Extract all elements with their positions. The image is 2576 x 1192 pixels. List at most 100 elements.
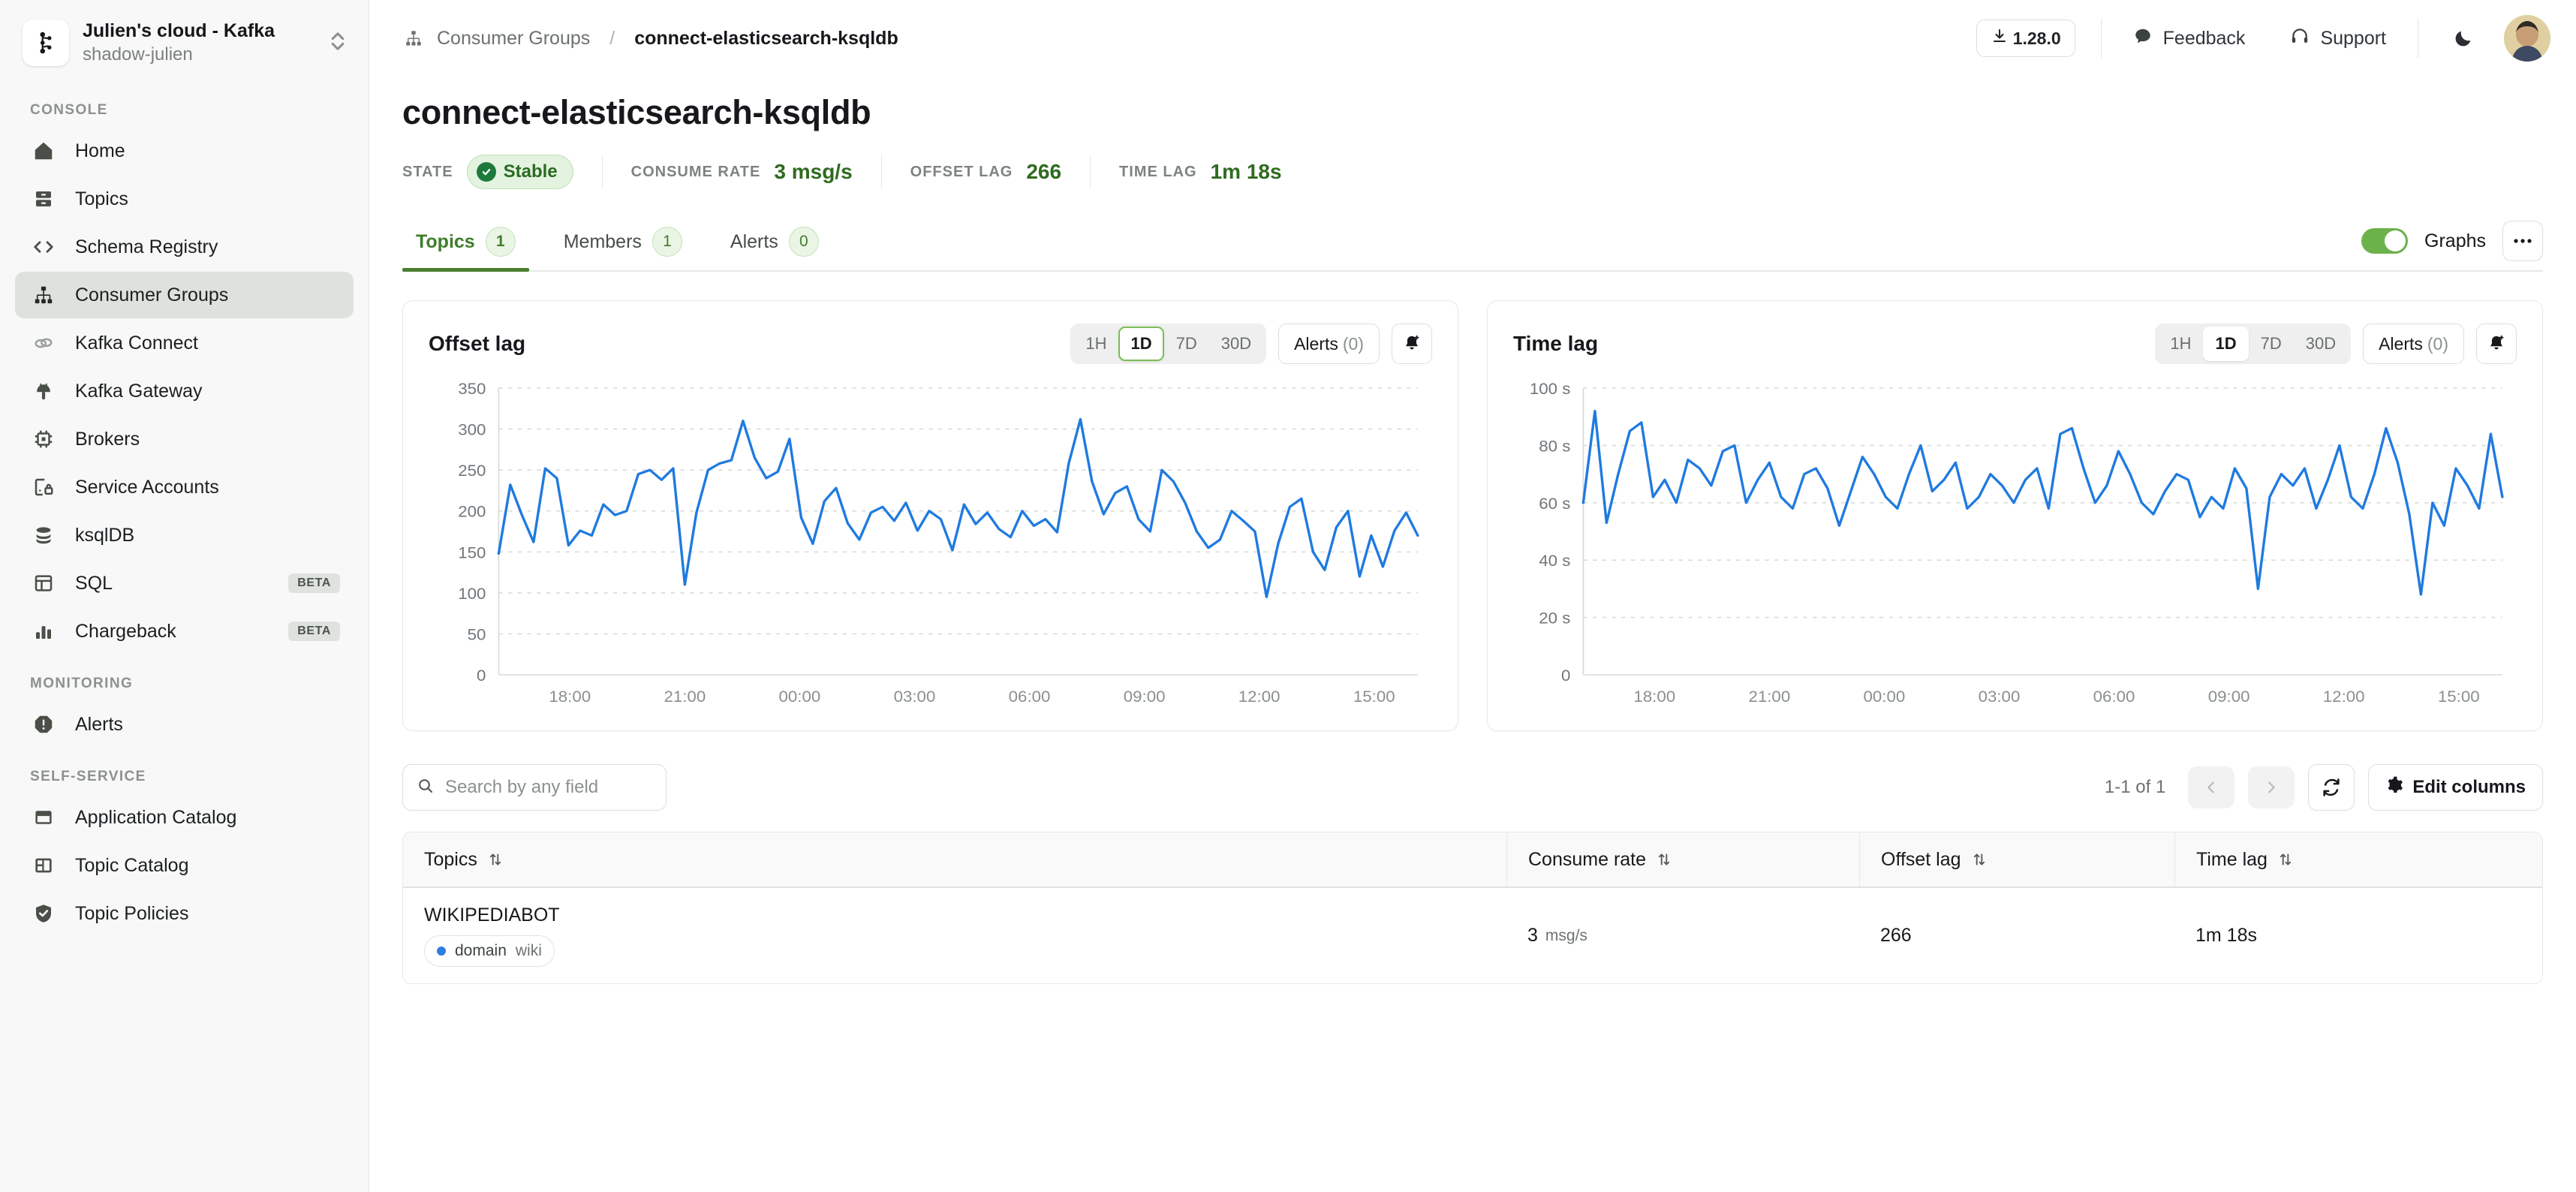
column-header-topics[interactable]: Topics [403,832,1506,886]
charts-container: Offset lag 1H 1D 7D 30D Alerts (0) 0 50 … [402,300,2543,731]
stat-label-consume-rate: CONSUME RATE [630,163,761,180]
table-icon [30,570,57,597]
column-header-time-lag[interactable]: Time lag [2174,832,2542,886]
alerts-button-offset-lag[interactable]: Alerts (0) [1278,324,1380,364]
comment-icon [2133,26,2153,51]
support-label: Support [2320,27,2386,49]
sidebar-item-ksqldb[interactable]: ksqlDB [15,512,354,558]
sidebar-item-topics[interactable]: Topics [15,176,354,222]
svg-text:03:00: 03:00 [1979,688,2021,706]
sidebar-item-consumer-groups[interactable]: Consumer Groups [15,272,354,318]
svg-text:80 s: 80 s [1539,437,1570,455]
sidebar-item-application-catalog[interactable]: Application Catalog [15,794,354,841]
sidebar-item-home[interactable]: Home [15,128,354,174]
tabs: Topics 1 Members 1 Alerts 0 [402,227,853,272]
sidebar-item-sql[interactable]: SQL BETA [15,560,354,607]
breadcrumb-separator: / [609,27,615,49]
moon-icon[interactable] [2444,19,2483,58]
stats-row: STATE Stable CONSUME RATE 3 msg/s OFFSET… [369,132,2576,189]
feedback-button[interactable]: Feedback [2127,26,2252,51]
more-options-button[interactable] [2502,221,2543,261]
consume-rate-unit: msg/s [1545,926,1587,944]
sidebar-label-consumer-groups: Consumer Groups [75,284,229,306]
svg-text:0: 0 [477,667,486,685]
sidebar-item-topic-policies[interactable]: Topic Policies [15,890,354,937]
org-switcher[interactable]: Julien's cloud - Kafka shadow-julien [0,0,369,83]
column-header-consume-rate[interactable]: Consume rate [1506,832,1859,886]
tab-alerts[interactable]: Alerts 0 [717,227,832,270]
tab-topics[interactable]: Topics 1 [402,227,529,272]
sidebar-item-alerts[interactable]: Alerts [15,701,354,748]
range-1d-time-lag[interactable]: 1D [2203,327,2249,361]
sidebar-item-schema-registry[interactable]: Schema Registry [15,224,354,270]
sidebar: Julien's cloud - Kafka shadow-julien CON… [0,0,369,1192]
column-header-offset-lag[interactable]: Offset lag [1859,832,2174,886]
sidebar-item-service-accounts[interactable]: Service Accounts [15,464,354,510]
sidebar-item-kafka-gateway[interactable]: Kafka Gateway [15,368,354,414]
tabs-row: Topics 1 Members 1 Alerts 0 Graphs [402,221,2543,272]
tab-alerts-label: Alerts [730,230,778,252]
column-header-topics-label: Topics [424,848,477,870]
sidebar-item-chargeback[interactable]: Chargeback BETA [15,608,354,655]
sidebar-label-chargeback: Chargeback [75,620,176,642]
sidebar-label-sql: SQL [75,572,113,594]
sidebar-label-alerts: Alerts [75,713,123,735]
svg-text:20 s: 20 s [1539,609,1570,627]
column-header-time-lag-label: Time lag [2196,848,2268,870]
tab-members[interactable]: Members 1 [550,227,696,270]
sidebar-section-console: CONSOLE [30,102,108,118]
stat-consume-rate: CONSUME RATE 3 msg/s [631,160,853,184]
bell-plus-icon[interactable] [2476,324,2517,364]
graphs-toggle[interactable] [2361,228,2409,254]
alerts-button-time-lag[interactable]: Alerts (0) [2363,324,2464,364]
range-selector-offset-lag: 1H 1D 7D 30D [1070,324,1267,364]
range-30d-offset-lag[interactable]: 30D [1209,327,1263,361]
chevron-left-icon[interactable] [2188,766,2235,808]
stat-label-state: STATE [402,163,453,180]
alerts-button-label-offset-lag: Alerts [1294,333,1338,354]
tag-value: wiki [515,942,542,959]
consumer-groups-icon [30,281,57,309]
range-1h-time-lag[interactable]: 1H [2158,327,2203,361]
refresh-icon[interactable] [2308,764,2355,811]
divider [1090,155,1091,188]
sidebar-label-brokers: Brokers [75,428,140,450]
table-row[interactable]: WIKIPEDIABOT domain wiki 3 msg/s 266 1m … [403,888,2542,983]
alerts-button-count-offset-lag: (0) [1342,333,1364,354]
version-button[interactable]: 1.28.0 [1976,20,2075,57]
topic-name[interactable]: WIKIPEDIABOT [424,905,560,926]
check-icon [476,162,496,182]
sidebar-item-kafka-connect[interactable]: Kafka Connect [15,320,354,366]
svg-text:200: 200 [458,502,486,520]
search-input[interactable] [445,777,652,798]
search-box[interactable] [402,764,667,811]
download-icon [1991,27,2009,50]
range-7d-offset-lag[interactable]: 7D [1164,327,1209,361]
tag-key: domain [455,942,507,959]
sidebar-section-self-service: SELF-SERVICE [30,769,146,784]
svg-text:12:00: 12:00 [1238,688,1280,706]
range-1h-offset-lag[interactable]: 1H [1073,327,1118,361]
range-30d-time-lag[interactable]: 30D [2294,327,2348,361]
service-account-lock-icon [30,474,57,501]
pagination-count: 1-1 of 1 [2104,777,2166,797]
bell-plus-icon[interactable] [1392,324,1432,364]
tab-topics-count: 1 [485,227,516,257]
breadcrumb-parent-link[interactable]: Consumer Groups [437,28,590,50]
alerts-button-label-time-lag: Alerts [2379,333,2423,354]
svg-text:250: 250 [458,462,486,480]
avatar[interactable] [2504,15,2550,62]
chip-icon [30,426,57,453]
svg-text:100 s: 100 s [1530,381,1571,398]
sidebar-item-brokers[interactable]: Brokers [15,416,354,462]
stat-value-consume-rate: 3 msg/s [774,160,853,183]
column-header-offset-lag-label: Offset lag [1881,848,1961,870]
range-7d-time-lag[interactable]: 7D [2249,327,2294,361]
sidebar-label-application-catalog: Application Catalog [75,806,237,828]
support-button[interactable]: Support [2284,26,2392,51]
sidebar-item-topic-catalog[interactable]: Topic Catalog [15,842,354,889]
range-1d-offset-lag[interactable]: 1D [1118,327,1164,361]
chevron-right-icon[interactable] [2248,766,2295,808]
edit-columns-button[interactable]: Edit columns [2368,764,2543,811]
chevron-up-down-icon[interactable] [328,29,351,58]
